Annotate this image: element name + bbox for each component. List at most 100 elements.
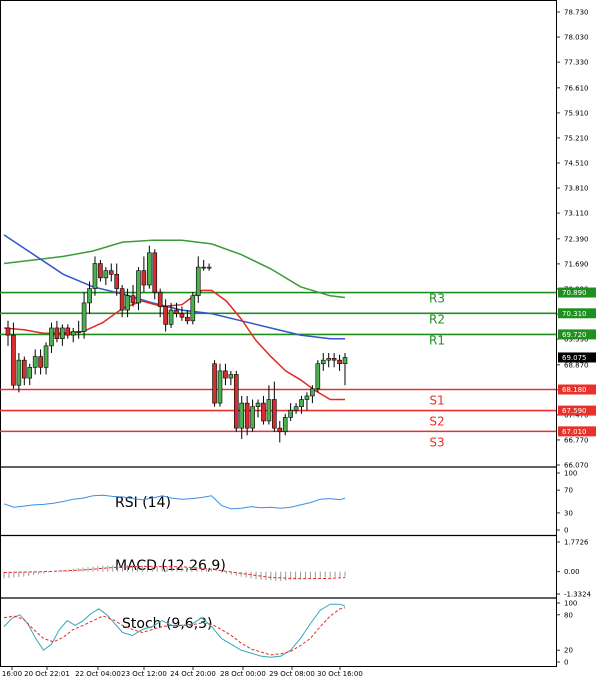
candle-bullish <box>92 263 98 289</box>
y-tick-label: 71.690 <box>564 260 589 268</box>
candle-bullish <box>147 252 152 286</box>
candle-bullish <box>228 374 234 379</box>
x-tick-label: 22 Oct 04:00 <box>75 670 121 678</box>
candle-bearish <box>119 288 125 311</box>
level-badge-label: 68.180 <box>562 386 587 394</box>
candle-bullish <box>49 327 54 347</box>
candle-bullish <box>201 266 206 269</box>
candle-bullish <box>103 270 109 279</box>
indicator-title: MACD (12,26,9) <box>115 558 226 574</box>
candle-bullish <box>32 356 38 368</box>
candle-bearish <box>98 263 103 279</box>
level-label-s1: S1 <box>429 394 444 408</box>
level-badge-label: 70.310 <box>562 310 587 318</box>
candle-bearish <box>157 291 163 307</box>
moving-averages <box>3 234 346 401</box>
candlesticks <box>5 245 348 443</box>
candle-bullish <box>299 399 304 407</box>
y-tick-label: 0.00 <box>564 568 580 576</box>
y-tick-label: 75.910 <box>564 109 589 117</box>
candle-bearish <box>5 327 11 336</box>
candle-bullish <box>195 266 201 297</box>
x-tick-label: 29 Oct 08:00 <box>269 670 315 678</box>
level-label-r3: R3 <box>429 292 445 306</box>
y-tick-label: 77.330 <box>564 59 589 67</box>
x-tick-label: 20 Oct 22:01 <box>24 670 70 678</box>
candle-bullish <box>190 295 196 322</box>
x-tick-label: 30 Oct 16:00 <box>317 670 363 678</box>
moving-average-line-2 <box>3 289 345 401</box>
candle-bearish <box>212 363 217 404</box>
level-badge-label: 67.010 <box>562 428 587 436</box>
level-label-r1: R1 <box>429 333 445 347</box>
y-tick-label: 30 <box>564 509 573 517</box>
y-tick-label: 78.030 <box>564 34 589 42</box>
level-price-badges: 70.890 70.310 69.720 68.180 67.590 67.010 69.0… <box>558 287 596 437</box>
candle-bullish <box>27 367 33 379</box>
y-tick-label: 66.770 <box>564 436 589 444</box>
candle-bullish <box>16 359 22 386</box>
y-tick-label: 20 <box>564 647 573 655</box>
candle-bullish <box>81 302 87 332</box>
candle-bullish <box>315 363 321 390</box>
y-tick-label: 0 <box>564 659 568 667</box>
candle-bullish <box>293 406 299 411</box>
candle-bearish <box>223 370 228 379</box>
stoch-panel: 10080200Stoch (9,6,3) <box>3 600 577 667</box>
candle-bullish <box>266 399 272 422</box>
price-axis: 78.730 78.030 77.330 76.610 75.910 75.210 74.5… <box>556 9 589 470</box>
y-tick-label: 74.510 <box>564 160 589 168</box>
candle-bearish <box>54 327 60 339</box>
y-tick-label: 72.390 <box>564 235 589 243</box>
y-tick-label: 76.610 <box>564 84 589 92</box>
level-badge-label: 69.720 <box>562 331 587 339</box>
candle-bullish <box>326 358 331 361</box>
level-badge-label: 67.590 <box>562 407 587 415</box>
candle-bullish <box>310 388 315 397</box>
level-badge-label: 70.890 <box>562 289 587 297</box>
rsi-line <box>3 494 346 510</box>
candle-bullish <box>282 417 288 433</box>
x-tick-label: 24 Oct 20:00 <box>170 670 216 678</box>
time-axis: 16:00 20 Oct 22:01 22 Oct 04:00 23 Oct 12:0… <box>2 666 363 678</box>
level-label-s3: S3 <box>429 435 444 449</box>
candle-bearish <box>108 270 114 275</box>
candle-bullish <box>43 345 49 368</box>
y-tick-label: 73.810 <box>564 185 589 193</box>
candle-bullish <box>125 295 130 311</box>
y-tick-label: 0 <box>564 527 568 535</box>
candle-bullish <box>168 309 174 325</box>
candle-bearish <box>141 270 147 286</box>
candle-bullish <box>255 402 261 407</box>
trading-chart: R3 R2 R1 S1 S2 S3 78.730 78.030 77.330 76.610 75.… <box>0 0 596 678</box>
y-tick-label: 66.070 <box>564 462 589 470</box>
candle-bullish <box>288 409 293 418</box>
x-tick-label: 23 Oct 12:00 <box>121 670 167 678</box>
y-tick-label: 78.730 <box>564 9 589 17</box>
candle-bullish <box>320 359 326 365</box>
candle-bearish <box>277 427 283 433</box>
candle-bullish <box>60 327 65 339</box>
candle-bullish <box>206 266 212 269</box>
candle-bullish <box>136 270 141 304</box>
candle-bullish <box>76 331 81 333</box>
candle-bearish <box>331 358 337 361</box>
moving-average-line-1 <box>3 234 345 340</box>
candle-bearish <box>185 316 190 322</box>
candle-bearish <box>11 334 16 386</box>
candle-bearish <box>22 359 27 379</box>
level-label-r2: R2 <box>429 312 445 326</box>
rsi-panel: 10070300RSI (14) <box>3 470 577 535</box>
candle-bullish <box>342 357 348 365</box>
y-tick-label: 73.110 <box>564 210 589 218</box>
x-tick-label: 28 Oct 00:00 <box>220 670 266 678</box>
candle-bearish <box>244 402 250 429</box>
candle-bullish <box>239 402 245 429</box>
y-tick-label: -1.3324 <box>564 591 592 599</box>
y-tick-label: 100 <box>564 470 577 478</box>
y-tick-label: 75.210 <box>564 134 589 142</box>
macd-panel: 1.7726 0.00 -1.3324 MACD (12,26,9) <box>3 539 592 599</box>
candle-bearish <box>261 402 266 422</box>
candle-bearish <box>272 399 277 429</box>
level-label-s2: S2 <box>429 415 444 429</box>
